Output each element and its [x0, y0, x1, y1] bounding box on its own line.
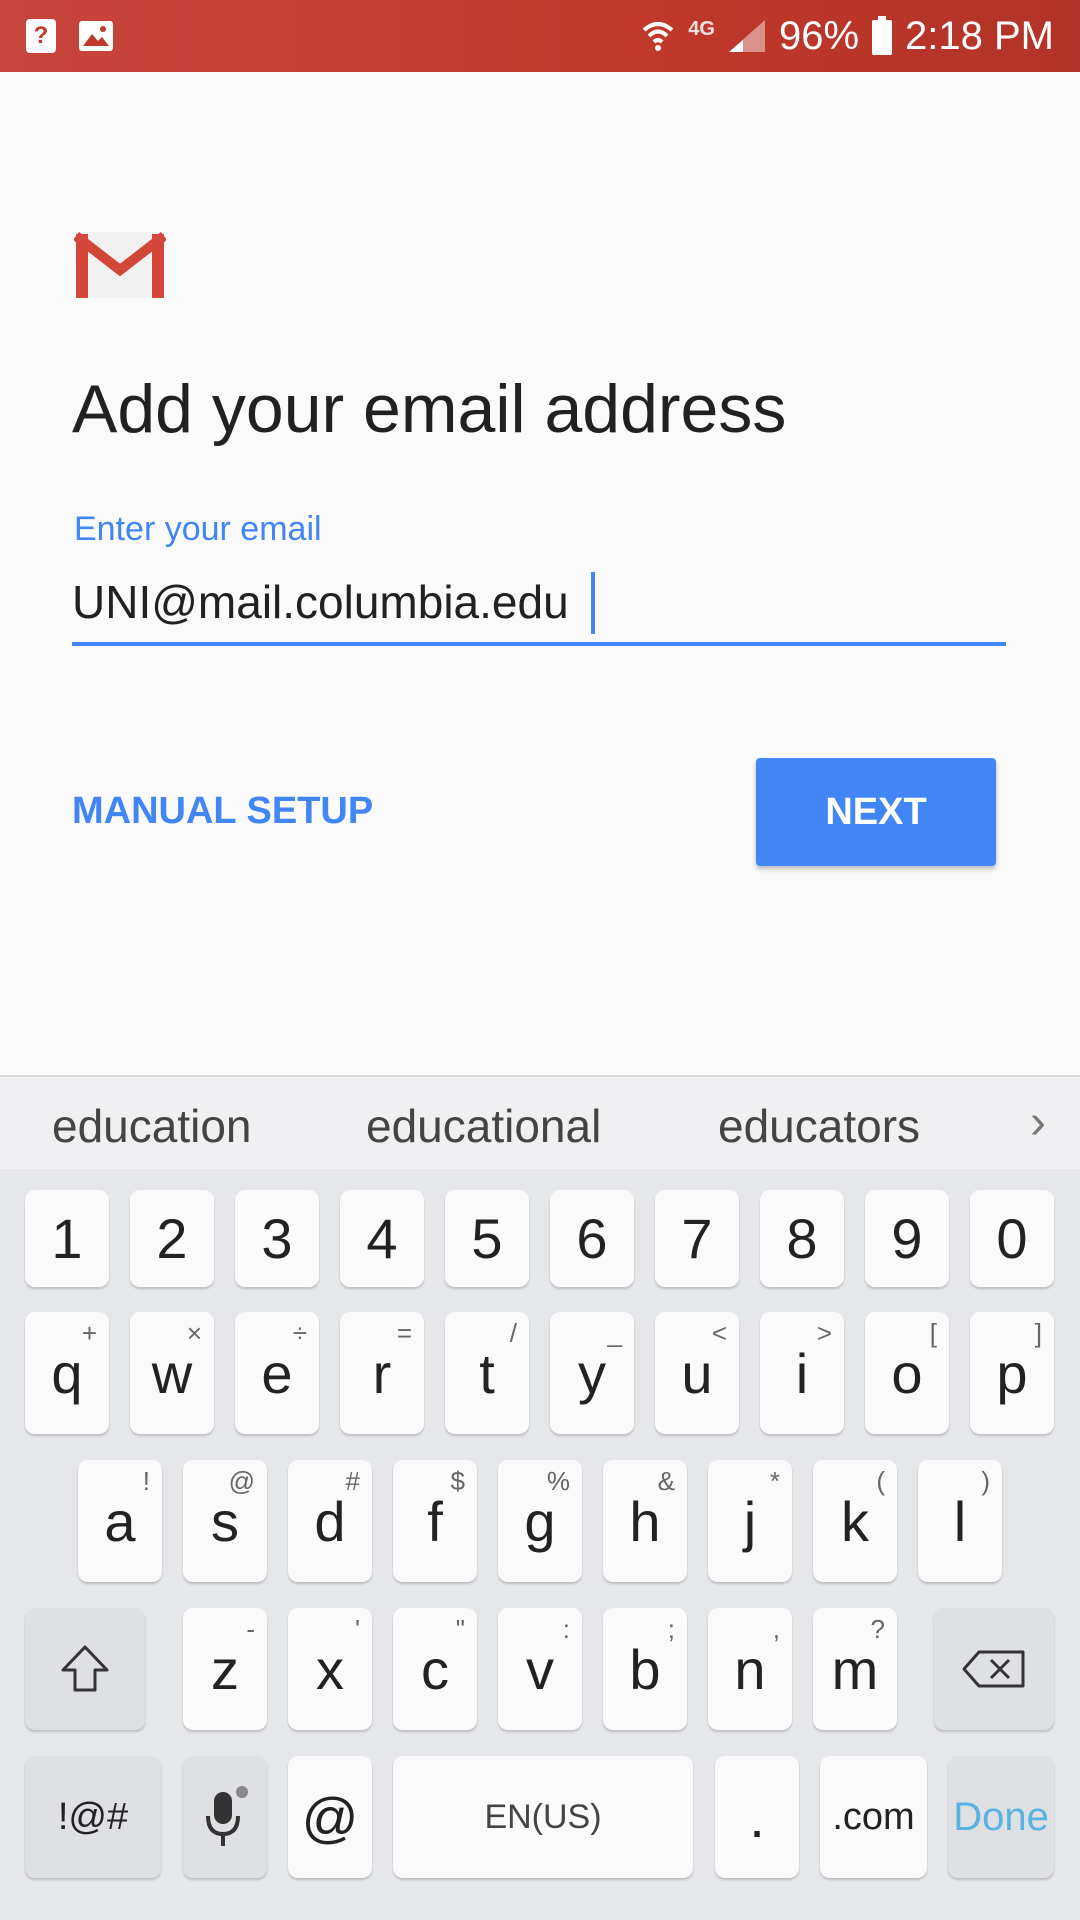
symbols-key[interactable]: !@#	[25, 1756, 161, 1878]
wifi-icon	[642, 22, 674, 51]
voice-input-key[interactable]	[183, 1756, 267, 1878]
microphone-icon	[206, 1786, 248, 1846]
suggestion-2[interactable]: educational	[366, 1099, 601, 1153]
key-8[interactable]: 8	[760, 1190, 844, 1287]
key-1[interactable]: 1	[25, 1190, 109, 1287]
key-b[interactable]: ; b	[603, 1608, 687, 1730]
status-right: 4G 96% 2:18 PM	[640, 14, 1054, 59]
backspace-key[interactable]	[934, 1608, 1054, 1730]
key-d[interactable]: # d	[288, 1460, 372, 1582]
clock: 2:18 PM	[905, 13, 1054, 58]
manual-setup-button[interactable]: MANUAL SETUP	[72, 790, 373, 833]
key-a[interactable]: ! a	[78, 1460, 162, 1582]
key-7[interactable]: 7	[655, 1190, 739, 1287]
network-type: 4G	[688, 17, 715, 40]
image-icon	[79, 21, 113, 51]
period-key[interactable]: .	[715, 1756, 799, 1878]
key-3[interactable]: 3	[235, 1190, 319, 1287]
key-r[interactable]: = r	[340, 1312, 424, 1434]
key-o[interactable]: [o	[865, 1312, 949, 1434]
email-field-label: Enter your email	[74, 510, 322, 548]
key-4[interactable]: 4	[340, 1190, 424, 1287]
help-icon: ?	[26, 19, 56, 53]
email-input[interactable]	[72, 572, 1006, 646]
backspace-icon	[962, 1650, 1025, 1688]
shift-key[interactable]	[25, 1608, 145, 1730]
key-6[interactable]: 6	[550, 1190, 634, 1287]
key-k[interactable]: (k	[813, 1460, 897, 1582]
key-f[interactable]: $ f	[393, 1460, 477, 1582]
suggestion-bar: education educational educators ›	[0, 1075, 1080, 1169]
chevron-right-icon[interactable]: ›	[1030, 1095, 1046, 1150]
key-s[interactable]: @ s	[183, 1460, 267, 1582]
key-q[interactable]: + q	[25, 1312, 109, 1434]
battery-percent: 96%	[778, 13, 860, 58]
key-u[interactable]: < u	[655, 1312, 739, 1434]
shift-arrow-icon	[61, 1645, 109, 1692]
key-v[interactable]: :v	[498, 1608, 582, 1730]
key-c[interactable]: " c	[393, 1608, 477, 1730]
key-9[interactable]: 9	[865, 1190, 949, 1287]
key-h[interactable]: & h	[603, 1460, 687, 1582]
key-z[interactable]: -z	[183, 1608, 267, 1730]
done-key[interactable]: Done	[948, 1756, 1054, 1878]
key-p[interactable]: ] p	[970, 1312, 1054, 1434]
key-t[interactable]: / t	[445, 1312, 529, 1434]
key-w[interactable]: × w	[130, 1312, 214, 1434]
battery-icon	[872, 16, 893, 55]
suggestion-3[interactable]: educators	[718, 1099, 920, 1153]
at-key[interactable]: @	[288, 1756, 372, 1878]
dotcom-key[interactable]: .com	[820, 1756, 927, 1878]
key-2[interactable]: 2	[130, 1190, 214, 1287]
gmail-logo-icon	[74, 232, 166, 298]
signal-icon	[728, 20, 765, 52]
status-left: ?	[26, 19, 114, 53]
key-j[interactable]: * j	[708, 1460, 792, 1582]
status-bar: ? 4G 96% 2:18 PM	[0, 0, 1080, 72]
key-i[interactable]: > i	[760, 1312, 844, 1434]
key-5[interactable]: 5	[445, 1190, 529, 1287]
key-g[interactable]: % g	[498, 1460, 582, 1582]
page-title: Add your email address	[72, 371, 787, 447]
keyboard: education educational educators › 1 2 3 …	[0, 1075, 1080, 1920]
space-key[interactable]: EN(US)	[393, 1756, 693, 1878]
suggestion-1[interactable]: education	[52, 1099, 252, 1153]
next-button[interactable]: NEXT	[756, 758, 996, 866]
key-e[interactable]: ÷ e	[235, 1312, 319, 1434]
key-0[interactable]: 0	[970, 1190, 1054, 1287]
text-cursor	[591, 572, 595, 634]
key-m[interactable]: ? m	[813, 1608, 897, 1730]
key-y[interactable]: _ y	[550, 1312, 634, 1434]
key-x[interactable]: ' x	[288, 1608, 372, 1730]
key-n[interactable]: ,n	[708, 1608, 792, 1730]
key-l[interactable]: ) l	[918, 1460, 1002, 1582]
